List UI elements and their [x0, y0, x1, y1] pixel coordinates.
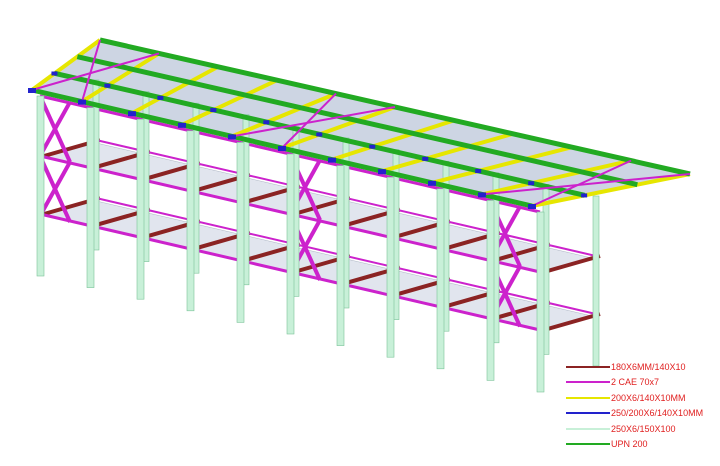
- legend-item: 250X6/150X100: [566, 422, 716, 437]
- roof-connector: [328, 157, 336, 163]
- roof-connector: [278, 146, 286, 151]
- column: [486, 200, 495, 381]
- roof-connector: [78, 99, 86, 105]
- legend-label: 2 CAE 70x7: [611, 377, 660, 388]
- roof-connector: [104, 83, 111, 88]
- legend-item: 2 CAE 70x7: [566, 375, 716, 390]
- column: [592, 195, 600, 367]
- roof-connector: [228, 134, 236, 140]
- column: [36, 95, 45, 277]
- roof-connector: [428, 180, 436, 186]
- column: [286, 153, 295, 335]
- column: [336, 165, 345, 346]
- column: [86, 107, 95, 288]
- legend-swatch: [566, 412, 610, 415]
- roof-connector: [581, 193, 588, 198]
- legend-swatch: [566, 427, 610, 430]
- column: [186, 130, 195, 312]
- roof-connector: [178, 122, 186, 128]
- column: [536, 211, 545, 393]
- roof-connector: [51, 71, 58, 76]
- roof-connector: [210, 108, 217, 113]
- roof-connector: [528, 181, 535, 186]
- section-legend: 180X6MM/140X10 2 CAE 70x7 200X6/140X10MM…: [566, 360, 716, 452]
- structural-model-view: 180X6MM/140X10 2 CAE 70x7 200X6/140X10MM…: [0, 0, 720, 466]
- roof-connector: [263, 120, 270, 125]
- legend-swatch: [566, 442, 610, 445]
- column: [436, 188, 445, 370]
- roof-connector: [528, 204, 536, 209]
- legend-item: 180X6MM/140X10: [566, 360, 716, 375]
- legend-item: 250/200X6/140X10MM: [566, 406, 716, 421]
- legend-swatch: [566, 396, 610, 399]
- legend-label: UPN 200: [611, 438, 648, 449]
- roof-connector: [475, 169, 482, 174]
- roof-connector: [378, 169, 386, 175]
- legend-label: 180X6MM/140X10: [611, 362, 686, 372]
- column: [386, 176, 395, 358]
- roof-connector: [157, 95, 164, 100]
- roof-connector: [369, 144, 376, 149]
- legend-label: 200X6/140X10MM: [611, 392, 686, 403]
- legend-label: 250X6/150X100: [611, 423, 676, 434]
- column: [136, 118, 145, 300]
- roof-connector: [422, 156, 429, 161]
- legend-swatch: [566, 366, 610, 368]
- legend-swatch: [566, 381, 610, 384]
- legend-item: UPN 200: [566, 437, 716, 452]
- roof-connector: [28, 88, 36, 93]
- roof-connector: [478, 192, 486, 198]
- deck-layer: [31, 39, 691, 331]
- roof-connector: [128, 111, 136, 117]
- legend-label: 250/200X6/140X10MM: [611, 408, 704, 419]
- column: [236, 142, 245, 323]
- legend-item: 200X6/140X10MM: [566, 391, 716, 406]
- roof-connector: [316, 132, 323, 137]
